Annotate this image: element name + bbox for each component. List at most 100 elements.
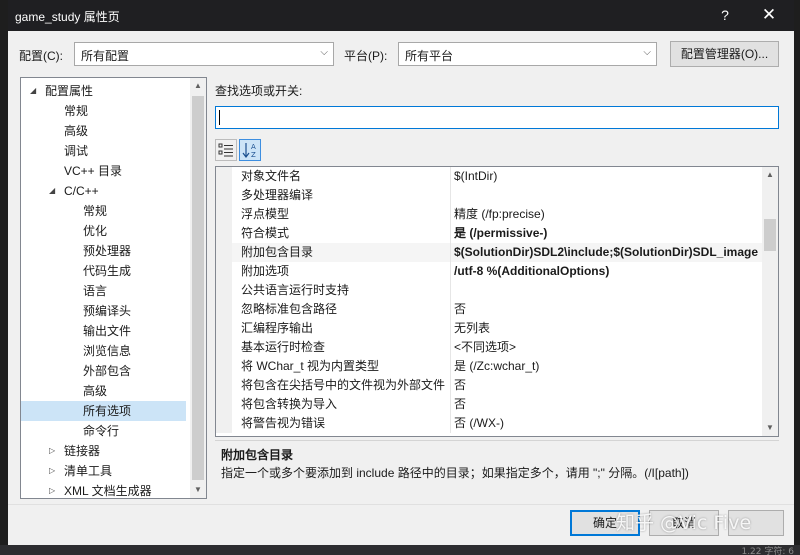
expanded-triangle-icon[interactable]: ◢ xyxy=(30,81,36,101)
column-divider xyxy=(450,414,451,433)
property-value[interactable]: 否 xyxy=(454,395,764,414)
property-row[interactable]: 公共语言运行时支持 xyxy=(216,281,763,300)
property-row[interactable]: 忽略标准包含路径 否 xyxy=(216,300,763,319)
tree-item[interactable]: 预处理器 xyxy=(21,241,186,261)
tree-scroll-thumb[interactable] xyxy=(192,96,204,480)
property-value[interactable]: 否 (/WX-) xyxy=(454,414,764,433)
property-row[interactable]: 多处理器编译 xyxy=(216,186,763,205)
row-gutter xyxy=(216,262,232,281)
tree-item[interactable]: 调试 xyxy=(21,141,186,161)
tree-item[interactable]: 常规 xyxy=(21,101,186,121)
property-value[interactable]: 是 (/permissive-) xyxy=(454,224,764,243)
column-divider xyxy=(450,243,451,262)
tree-item[interactable]: ▷ 链接器 xyxy=(21,441,186,461)
collapsed-triangle-icon[interactable]: ▷ xyxy=(49,441,55,461)
property-row[interactable]: 附加选项/utf-8 %(AdditionalOptions) xyxy=(216,262,763,281)
tree-item[interactable]: 外部包含 xyxy=(21,361,186,381)
tree-item[interactable]: ◢ C/C++ xyxy=(21,181,186,201)
property-row[interactable]: 浮点模型 精度 (/fp:precise) xyxy=(216,205,763,224)
tree-item-label: 调试 xyxy=(64,144,89,158)
expanded-triangle-icon[interactable]: ◢ xyxy=(49,181,55,201)
scroll-up-icon[interactable]: ▲ xyxy=(190,78,206,94)
tree-item[interactable]: ▷ 清单工具 xyxy=(21,461,186,481)
property-name: 浮点模型 xyxy=(241,207,290,221)
property-name: 符合模式 xyxy=(241,226,290,240)
property-row[interactable]: 将 WChar_t 视为内置类型 是 (/Zc:wchar_t) xyxy=(216,357,763,376)
tree-item-label: 常规 xyxy=(64,104,89,118)
categorized-view-button[interactable] xyxy=(215,139,237,161)
tree-item[interactable]: ◢ 配置属性 xyxy=(21,81,186,101)
collapsed-triangle-icon[interactable]: ▷ xyxy=(49,461,55,481)
platform-combo-value: 所有平台 xyxy=(405,49,454,63)
property-row[interactable]: 附加包含目录 $(SolutionDir)SDL2\include;$(Solut… xyxy=(216,243,763,262)
property-row[interactable]: 将包含转换为导入 否 xyxy=(216,395,763,414)
config-manager-button[interactable]: 配置管理器(O)... xyxy=(670,41,779,67)
grid-scroll-thumb[interactable] xyxy=(764,219,776,251)
tree-item-label: XML 文档生成器 xyxy=(64,484,152,498)
tree-item[interactable]: 高级 xyxy=(21,381,186,401)
editor-background-left xyxy=(0,30,8,555)
property-value[interactable]: 否 xyxy=(454,376,764,395)
tree-item-label: 高级 xyxy=(83,384,108,398)
row-gutter xyxy=(216,167,232,186)
column-divider xyxy=(450,186,451,205)
tree-item-label: 输出文件 xyxy=(83,324,132,338)
property-row[interactable]: 基本运行时检查 <不同选项> xyxy=(216,338,763,357)
property-value[interactable]: $(IntDir) xyxy=(454,167,764,186)
close-icon[interactable]: ✕ xyxy=(752,3,786,27)
scroll-down-icon[interactable]: ▼ xyxy=(190,482,206,498)
property-tree[interactable]: ◢ 配置属性 常规 高级 调试 VC++ 目录 ◢ C/C++ 常规 优化 预处理器 代码生成 语言 预编… xyxy=(20,77,207,499)
svg-text:A: A xyxy=(251,143,256,151)
property-value[interactable]: 精度 (/fp:precise) xyxy=(454,205,764,224)
collapsed-triangle-icon[interactable]: ▷ xyxy=(49,481,55,498)
scroll-up-icon[interactable]: ▲ xyxy=(762,167,778,183)
tree-item-label: 高级 xyxy=(64,124,89,138)
help-icon[interactable]: ? xyxy=(708,3,742,27)
property-value[interactable]: 否 xyxy=(454,300,764,319)
property-value[interactable]: /utf-8 %(AdditionalOptions) xyxy=(454,262,764,281)
tree-item[interactable]: 所有选项 xyxy=(21,401,186,421)
tree-scrollbar[interactable]: ▲ ▼ xyxy=(190,78,206,498)
property-value[interactable]: $(SolutionDir)SDL2\include;$(SolutionDir… xyxy=(454,243,764,262)
chevron-down-icon: ⌵ xyxy=(643,47,651,58)
alphabetical-view-button[interactable]: A Z xyxy=(239,139,261,161)
column-divider xyxy=(450,224,451,243)
tree-item[interactable]: 常规 xyxy=(21,201,186,221)
property-value[interactable]: <不同选项> xyxy=(454,338,764,357)
property-row[interactable]: 符合模式 是 (/permissive-) xyxy=(216,224,763,243)
config-combo-value: 所有配置 xyxy=(81,49,130,63)
property-row[interactable]: 汇编程序输出 无列表 xyxy=(216,319,763,338)
scroll-down-icon[interactable]: ▼ xyxy=(762,420,778,436)
column-divider xyxy=(450,262,451,281)
property-name: 忽略标准包含路径 xyxy=(241,302,338,316)
tree-item[interactable]: 代码生成 xyxy=(21,261,186,281)
tree-item[interactable]: 高级 xyxy=(21,121,186,141)
grid-scrollbar[interactable]: ▲ ▼ xyxy=(762,167,778,436)
tree-item[interactable]: ▷ XML 文档生成器 xyxy=(21,481,186,498)
tree-item[interactable]: 输出文件 xyxy=(21,321,186,341)
property-value[interactable]: 是 (/Zc:wchar_t) xyxy=(454,357,764,376)
editor-status-bar xyxy=(0,545,800,555)
property-row[interactable]: 将警告视为错误 否 (/WX-) xyxy=(216,414,763,433)
window-title: game_study 属性页 xyxy=(15,10,120,24)
row-gutter xyxy=(216,376,232,395)
row-gutter xyxy=(216,338,232,357)
row-gutter xyxy=(216,357,232,376)
property-row[interactable]: 对象文件名 $(IntDir) xyxy=(216,167,763,186)
tree-item[interactable]: 浏览信息 xyxy=(21,341,186,361)
tree-item[interactable]: 优化 xyxy=(21,221,186,241)
property-value[interactable] xyxy=(454,186,764,205)
tree-item-label: 预处理器 xyxy=(83,244,132,258)
platform-combo[interactable]: 所有平台 ⌵ xyxy=(398,42,657,66)
tree-item[interactable]: VC++ 目录 xyxy=(21,161,186,181)
property-value[interactable]: 无列表 xyxy=(454,319,764,338)
property-value[interactable] xyxy=(454,281,764,300)
tree-item[interactable]: 命令行 xyxy=(21,421,186,441)
search-input[interactable] xyxy=(215,106,779,129)
property-name: 将 WChar_t 视为内置类型 xyxy=(241,359,380,373)
property-grid[interactable]: 对象文件名 $(IntDir) 多处理器编译浮点模型 精度 (/fp:precise)… xyxy=(215,166,779,437)
property-row[interactable]: 将包含在尖括号中的文件视为外部文件否 xyxy=(216,376,763,395)
tree-item[interactable]: 语言 xyxy=(21,281,186,301)
config-combo[interactable]: 所有配置 ⌵ xyxy=(74,42,334,66)
tree-item[interactable]: 预编译头 xyxy=(21,301,186,321)
